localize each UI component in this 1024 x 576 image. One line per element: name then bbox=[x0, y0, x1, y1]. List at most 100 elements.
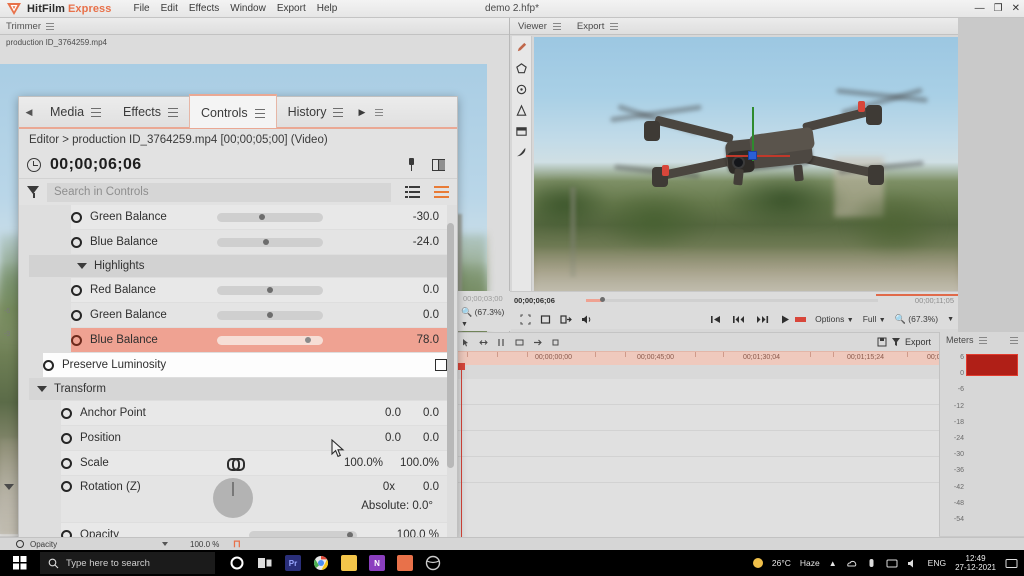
step-forward-icon[interactable] bbox=[756, 314, 769, 325]
param-value-x[interactable]: 100.0% bbox=[319, 457, 383, 469]
maximize-button[interactable]: ❐ bbox=[994, 4, 1003, 14]
current-timecode[interactable]: 00;00;06;06 bbox=[50, 156, 142, 174]
param-row-anchor-point[interactable]: Anchor Point 0.0 0.0 bbox=[61, 401, 447, 425]
group-row-transform[interactable]: Transform bbox=[29, 378, 447, 400]
onedrive-icon[interactable] bbox=[846, 558, 857, 569]
chevron-down-icon[interactable] bbox=[37, 386, 47, 392]
shape-icon[interactable] bbox=[515, 62, 528, 75]
trimmer-menu-icon[interactable] bbox=[46, 23, 54, 30]
trimmer-tab-label[interactable]: Trimmer bbox=[6, 21, 41, 32]
viewer-progress-bar[interactable] bbox=[586, 299, 878, 302]
tab-effects-menu-icon[interactable] bbox=[168, 108, 178, 117]
param-value-y[interactable]: 100.0% bbox=[383, 457, 447, 469]
timeline-playhead[interactable] bbox=[461, 365, 462, 537]
chrome-icon[interactable] bbox=[313, 555, 329, 571]
minimize-button[interactable]: — bbox=[975, 4, 985, 14]
timeline-tracks[interactable] bbox=[455, 379, 939, 537]
viewer-options-button[interactable]: Options ▼ bbox=[815, 314, 854, 324]
viewer-scrubber[interactable]: 00;00;06;06 00;00;11;05 bbox=[510, 291, 958, 309]
step-back-icon[interactable] bbox=[732, 314, 745, 325]
fit-icon[interactable] bbox=[520, 314, 531, 325]
tab-controls-menu-icon[interactable] bbox=[255, 109, 265, 118]
file-explorer-icon[interactable] bbox=[341, 555, 357, 571]
keyframe-toggle-icon[interactable] bbox=[61, 481, 72, 492]
tab-viewer[interactable]: Viewer bbox=[518, 21, 547, 32]
onenote-icon[interactable]: N bbox=[369, 555, 385, 571]
keyframe-toggle-icon[interactable] bbox=[71, 285, 82, 296]
controls-vertical-scrollbar[interactable] bbox=[447, 205, 454, 539]
battery-icon[interactable] bbox=[866, 558, 877, 569]
tray-expand-icon[interactable]: ▲ bbox=[829, 559, 837, 568]
tabs-next-arrow-icon[interactable]: ▶ bbox=[358, 107, 365, 118]
param-row-preserve-luminosity[interactable]: Preserve Luminosity bbox=[43, 353, 447, 377]
viewer-zoom-button[interactable]: 🔍 (67.3%) bbox=[895, 314, 938, 325]
frame-icon[interactable] bbox=[540, 314, 551, 325]
param-row-red-balance[interactable]: Red Balance 0.0 bbox=[71, 278, 447, 302]
network-icon[interactable] bbox=[886, 558, 898, 569]
browser-icon[interactable] bbox=[425, 555, 441, 571]
weather-desc[interactable]: Haze bbox=[800, 558, 820, 568]
param-value[interactable]: 0.0 bbox=[423, 284, 447, 296]
paint-icon[interactable] bbox=[515, 146, 528, 159]
param-value-x[interactable]: 0.0 bbox=[355, 432, 401, 444]
rotation-dial[interactable] bbox=[213, 478, 253, 518]
pin-icon[interactable] bbox=[407, 158, 416, 171]
audio-icon[interactable] bbox=[581, 314, 593, 325]
param-slider[interactable] bbox=[217, 336, 323, 345]
viewer-zoom-chevron-icon[interactable]: ▼ bbox=[947, 316, 954, 323]
search-input[interactable] bbox=[47, 183, 391, 202]
cortana-icon[interactable] bbox=[229, 555, 245, 571]
filter-icon[interactable] bbox=[27, 186, 40, 198]
timeline-ruler[interactable]: 00;00;00;00 00;00;45;00 00;01;30;04 00;0… bbox=[455, 351, 939, 365]
tab-media-menu-icon[interactable] bbox=[91, 108, 101, 117]
param-row-blue-balance-1[interactable]: Blue Balance -24.0 bbox=[71, 230, 447, 254]
export-frame-icon[interactable] bbox=[560, 314, 572, 325]
slip-tool-icon[interactable] bbox=[479, 338, 488, 347]
play-icon[interactable] bbox=[780, 314, 791, 325]
chevron-down-icon[interactable] bbox=[77, 263, 87, 269]
param-row-position[interactable]: Position 0.0 0.0 bbox=[61, 426, 447, 450]
preserve-luminosity-checkbox[interactable] bbox=[435, 359, 447, 371]
text-icon[interactable] bbox=[515, 104, 528, 117]
tab-controls[interactable]: Controls bbox=[189, 94, 277, 128]
viewer-tab-menu-icon[interactable] bbox=[553, 23, 561, 30]
mask-pen-icon[interactable] bbox=[515, 83, 528, 96]
export-tab-menu-icon[interactable] bbox=[610, 23, 618, 30]
meters-options-icon[interactable] bbox=[1010, 337, 1018, 344]
status-keyframe-icon[interactable] bbox=[16, 540, 24, 548]
keyframe-toggle-icon[interactable] bbox=[61, 408, 72, 419]
transform-gizmo[interactable] bbox=[730, 133, 776, 179]
param-slider[interactable] bbox=[217, 286, 323, 295]
param-slider[interactable] bbox=[217, 238, 323, 247]
viewer-video[interactable] bbox=[534, 37, 958, 309]
tab-export[interactable]: Export bbox=[577, 21, 604, 32]
zoom-in-timeline-icon[interactable] bbox=[533, 338, 542, 347]
razor-tool-icon[interactable] bbox=[497, 338, 506, 347]
param-value[interactable]: -30.0 bbox=[413, 211, 447, 223]
close-button[interactable]: ✕ bbox=[1012, 4, 1020, 14]
taskbar-clock[interactable]: 12:49 27-12-2021 bbox=[955, 554, 996, 572]
status-chevron-icon[interactable] bbox=[162, 542, 168, 546]
list-view-icon[interactable] bbox=[405, 186, 420, 198]
group-row-highlights[interactable]: Highlights bbox=[29, 255, 447, 277]
keyframe-toggle-icon[interactable] bbox=[71, 335, 82, 346]
keyframe-toggle-icon[interactable] bbox=[71, 237, 82, 248]
keyframe-toggle-icon[interactable] bbox=[71, 310, 82, 321]
timeline-export-group[interactable]: Export bbox=[877, 337, 939, 347]
param-value-y[interactable]: 0.0 bbox=[401, 432, 447, 444]
start-button[interactable] bbox=[0, 550, 40, 576]
hitfilm-taskbar-icon[interactable] bbox=[397, 555, 413, 571]
weather-temp[interactable]: 26°C bbox=[772, 558, 791, 568]
tab-history[interactable]: History bbox=[277, 96, 355, 128]
link-dimensions-icon[interactable] bbox=[227, 458, 243, 468]
param-value[interactable]: 78.0 bbox=[417, 334, 447, 346]
tab-media[interactable]: Media bbox=[39, 96, 112, 128]
tab-effects[interactable]: Effects bbox=[112, 96, 189, 128]
action-center-icon[interactable] bbox=[1005, 558, 1018, 569]
keyframe-toggle-icon[interactable] bbox=[71, 212, 82, 223]
controls-parameter-list[interactable]: Green Balance -30.0 Blue Balance -24.0 H… bbox=[19, 205, 457, 539]
viewer-quality-button[interactable]: Full ▼ bbox=[863, 314, 886, 324]
param-value-y[interactable]: 0.0 bbox=[401, 407, 447, 419]
tab-history-menu-icon[interactable] bbox=[333, 108, 343, 117]
panel-menu-icon[interactable] bbox=[375, 109, 383, 116]
